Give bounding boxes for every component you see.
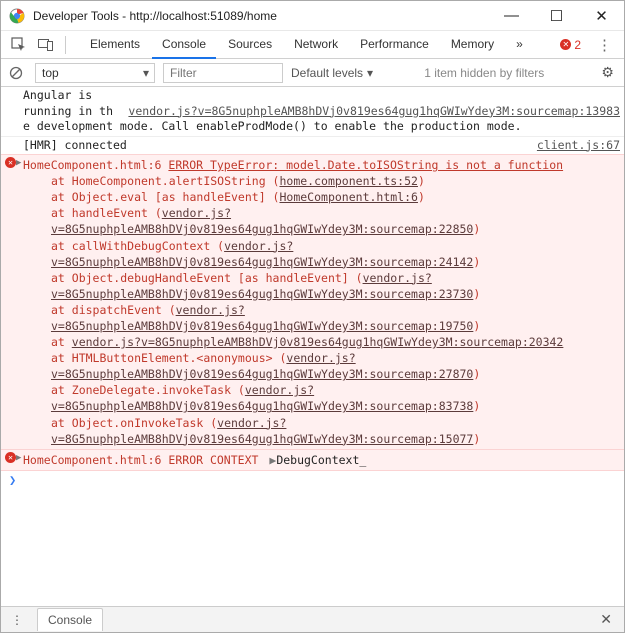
log-levels-selector[interactable]: Default levels ▾ [291, 66, 373, 80]
tab-console[interactable]: Console [152, 31, 216, 59]
tab-sources[interactable]: Sources [218, 31, 282, 59]
tab-overflow[interactable]: » [506, 31, 533, 59]
hidden-items-note: 1 item hidden by filters [424, 66, 544, 80]
error-entry: ✕ ▶ HomeComponent.html:6 ERROR CONTEXT ▶… [1, 450, 624, 471]
window-title: Developer Tools - http://localhost:51089… [33, 9, 489, 23]
source-link[interactable]: vendor.js?v=8G5nuphpleAMB8hDVj0v819es64g… [72, 335, 564, 349]
devtools-toolbar: Elements Console Sources Network Perform… [1, 31, 624, 59]
log-text: [HMR] connected [23, 138, 127, 152]
window-minimize-button[interactable]: — [489, 1, 534, 31]
stack-frame: at HTMLButtonElement.<anonymous> (vendor… [23, 350, 620, 382]
source-link[interactable]: HomeComponent.html:6 [23, 158, 161, 172]
error-message: ERROR TypeError: model.Date.toISOString … [168, 158, 563, 172]
error-count-badge[interactable]: ✕ 2 [560, 38, 581, 52]
source-link[interactable]: client.js:67 [537, 138, 620, 154]
console-filter-bar: top Default levels ▾ 1 item hidden by fi… [1, 59, 624, 87]
error-icon: ✕ [5, 452, 16, 463]
error-icon: ✕ [5, 157, 16, 168]
stack-frame: at Object.onInvokeTask (vendor.js?v=8G5n… [23, 415, 620, 447]
drawer: ⋮ Console ✕ [1, 606, 624, 632]
stack-frame: at vendor.js?v=8G5nuphpleAMB8hDVj0v819es… [23, 334, 620, 350]
tab-performance[interactable]: Performance [350, 31, 439, 59]
error-label: ERROR CONTEXT [168, 453, 258, 467]
clear-console-icon[interactable] [5, 62, 27, 84]
device-toggle-icon[interactable] [33, 32, 59, 58]
error-count: 2 [574, 38, 581, 52]
levels-label: Default levels [291, 66, 363, 80]
window-close-button[interactable]: ✕ [579, 1, 624, 31]
drawer-menu-button[interactable]: ⋮ [5, 613, 29, 627]
tab-elements[interactable]: Elements [80, 31, 150, 59]
log-text: Angular is [23, 88, 120, 102]
stack-frame: at callWithDebugContext (vendor.js?v=8G5… [23, 238, 620, 270]
filter-input[interactable] [163, 63, 283, 83]
window-maximize-button[interactable]: ☐ [534, 1, 579, 31]
context-value: top [42, 66, 59, 80]
disclose-triangle-icon[interactable]: ▶ [16, 157, 21, 170]
console-prompt[interactable]: ❯ [1, 471, 624, 489]
context-selector[interactable]: top [35, 63, 155, 83]
drawer-tab-console[interactable]: Console [37, 608, 103, 631]
tab-memory[interactable]: Memory [441, 31, 504, 59]
stack-frame: at ZoneDelegate.invokeTask (vendor.js?v=… [23, 382, 620, 414]
error-object: DebugContext_ [276, 453, 366, 467]
error-entry: ✕ ▶ HomeComponent.html:6 ERROR TypeError… [1, 154, 624, 450]
window-titlebar: Developer Tools - http://localhost:51089… [1, 1, 624, 31]
source-link[interactable]: HomeComponent.html:6 [23, 453, 161, 467]
disclose-triangle-icon[interactable]: ▶ [16, 452, 21, 465]
stack-frame: at handleEvent (vendor.js?v=8G5nuphpleAM… [23, 205, 620, 237]
stack-frame: at Object.debugHandleEvent [as handleEve… [23, 270, 620, 302]
drawer-close-button[interactable]: ✕ [592, 611, 620, 628]
source-link[interactable]: vendor.js?v=8G5nuphpleAMB8hDVj0v819es64g… [128, 104, 620, 120]
separator [65, 36, 66, 54]
console-settings-icon[interactable]: ⚙ [595, 64, 620, 81]
inspect-element-icon[interactable] [5, 32, 31, 58]
chrome-icon [9, 8, 25, 24]
stack-frame: at Object.eval [as handleEvent] (HomeCom… [23, 189, 620, 205]
toolbar-menu-button[interactable]: ⋮ [589, 36, 620, 54]
panel-tabs: Elements Console Sources Network Perform… [80, 31, 533, 59]
source-link[interactable]: HomeComponent.html:6 [279, 190, 417, 204]
tab-network[interactable]: Network [284, 31, 348, 59]
console-output: Angular is vendor.js?v=8G5nuphpleAMB8hDV… [1, 87, 624, 606]
chevron-down-icon: ▾ [367, 66, 373, 80]
source-link[interactable]: home.component.ts:52 [279, 174, 417, 188]
stack-frame: at dispatchEvent (vendor.js?v=8G5nuphple… [23, 302, 620, 334]
stack-frame: at HomeComponent.alertISOString (home.co… [23, 173, 620, 189]
error-icon: ✕ [560, 39, 571, 50]
log-line: client.js:67 [HMR] connected [1, 136, 624, 155]
log-line: Angular is vendor.js?v=8G5nuphpleAMB8hDV… [1, 87, 624, 136]
